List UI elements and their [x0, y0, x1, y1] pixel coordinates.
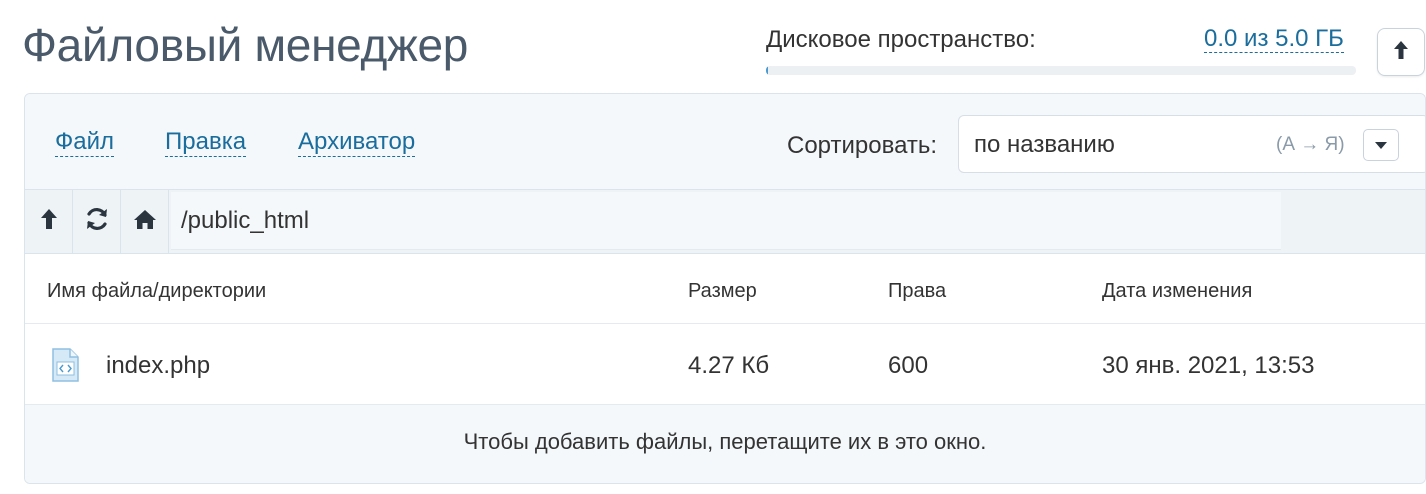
go-up-button[interactable] — [25, 190, 73, 253]
menu-archiver[interactable]: Архиватор — [298, 128, 416, 157]
menu-edit[interactable]: Правка — [165, 128, 247, 157]
arrow-up-icon — [40, 208, 58, 235]
sort-label: Сортировать: — [787, 132, 938, 159]
table-row[interactable]: index.php 4.27 Кб 600 30 янв. 2021, 13:5… — [25, 324, 1425, 405]
page-title: Файловый менеджер — [22, 19, 469, 71]
disk-space-value-link[interactable]: 0.0 из 5.0 ГБ — [1204, 26, 1344, 53]
disk-usage-bar — [766, 66, 1356, 75]
code-file-icon — [50, 348, 80, 387]
sort-order-hint: (А → Я) — [1276, 134, 1345, 155]
arrow-up-icon — [1393, 40, 1409, 65]
disk-usage-fill — [766, 66, 768, 75]
sort-select[interactable]: по названию (А → Я) — [958, 115, 1425, 173]
sort-selected-value: по названию — [974, 131, 1115, 158]
column-permissions[interactable]: Права — [888, 280, 946, 303]
home-button[interactable] — [121, 190, 169, 253]
chevron-down-icon[interactable] — [1363, 129, 1399, 161]
file-manager-panel: Файл Правка Архиватор Сортировать: по на… — [24, 93, 1426, 484]
file-size: 4.27 Кб — [688, 352, 770, 379]
file-table-header: Имя файла/директории Размер Права Дата и… — [25, 254, 1425, 324]
path-bar: /public_html — [25, 190, 1425, 254]
home-icon — [133, 208, 157, 235]
column-modified[interactable]: Дата изменения — [1102, 280, 1252, 303]
refresh-icon — [84, 206, 110, 237]
disk-space-label: Дисковое пространство: — [766, 26, 1036, 53]
file-modified: 30 янв. 2021, 13:53 — [1102, 352, 1315, 379]
file-permissions[interactable]: 600 — [888, 352, 928, 380]
scroll-top-button[interactable] — [1377, 28, 1425, 76]
menu-file[interactable]: Файл — [55, 128, 115, 157]
column-size[interactable]: Размер — [688, 280, 757, 303]
menu-bar: Файл Правка Архиватор Сортировать: по на… — [25, 94, 1425, 190]
current-path[interactable]: /public_html — [171, 192, 1281, 250]
drop-zone-hint[interactable]: Чтобы добавить файлы, перетащите их в эт… — [25, 406, 1425, 483]
column-name[interactable]: Имя файла/директории — [47, 280, 266, 303]
refresh-button[interactable] — [73, 190, 121, 253]
file-name[interactable]: index.php — [106, 352, 210, 380]
